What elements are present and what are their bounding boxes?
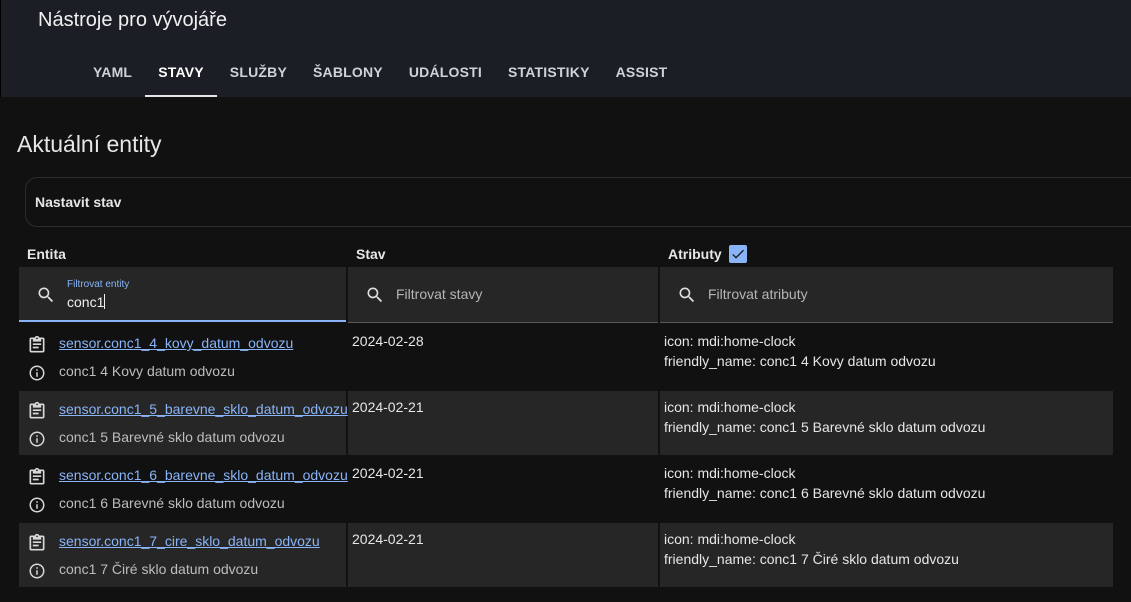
magnify-icon xyxy=(367,287,383,303)
app-title: Nástroje pro vývojáře xyxy=(38,9,227,31)
entity-filter-label: Filtrovat entity xyxy=(67,279,130,290)
clipboard-list-icon[interactable] xyxy=(27,401,47,421)
entity-id-link[interactable]: sensor.conc1_7_cire_sklo_datum_odvozu xyxy=(59,533,320,549)
tab-bar: YAML STAVY SLUŽBY ŠABLONY UDÁLOSTI STATI… xyxy=(80,47,680,97)
information-outline-icon[interactable] xyxy=(28,496,46,514)
state-value: 2024-02-21 xyxy=(352,531,424,547)
entity-cell: sensor.conc1_7_cire_sklo_datum_odvozu co… xyxy=(19,523,346,587)
entity-cell: sensor.conc1_6_barevne_sklo_datum_odvozu… xyxy=(19,457,348,521)
check-icon xyxy=(732,249,744,259)
attributes-cell: icon: mdi:home-clock friendly_name: conc… xyxy=(660,325,1113,389)
clipboard-list-icon[interactable] xyxy=(27,533,47,553)
entity-cell: sensor.conc1_4_kovy_datum_odvozu conc1 4… xyxy=(19,325,346,389)
set-state-label: Nastavit stav xyxy=(35,194,122,210)
entity-id-link[interactable]: sensor.conc1_4_kovy_datum_odvozu xyxy=(59,335,293,351)
entity-filter-value: conc1 xyxy=(67,294,106,310)
magnify-icon xyxy=(38,287,54,303)
attributes-filter-input[interactable]: Filtrovat atributy xyxy=(660,267,1113,322)
attribute-icon: icon: mdi:home-clock xyxy=(664,333,796,349)
tab-assist[interactable]: ASSIST xyxy=(603,47,681,97)
entity-friendly-name: conc1 5 Barevné sklo datum odvozu xyxy=(59,429,285,445)
entity-filter-input[interactable]: Filtrovat entity conc1 xyxy=(19,267,346,322)
top-app-bar: Nástroje pro vývojáře YAML STAVY SLUŽBY … xyxy=(0,0,1131,97)
state-filter-input[interactable]: Filtrovat stavy xyxy=(348,267,658,322)
state-cell: 2024-02-21 xyxy=(348,391,658,455)
attributes-filter-placeholder: Filtrovat atributy xyxy=(708,286,808,302)
page-title: Aktuální entity xyxy=(17,131,162,157)
entity-friendly-name: conc1 7 Čiré sklo datum odvozu xyxy=(59,561,259,577)
entity-friendly-name: conc1 6 Barevné sklo datum odvozu xyxy=(59,495,285,511)
attribute-friendly-name: friendly_name: conc1 6 Barevné sklo datu… xyxy=(664,485,986,501)
attribute-friendly-name: friendly_name: conc1 7 Čiré sklo datum o… xyxy=(664,551,959,567)
tab-statistics[interactable]: STATISTIKY xyxy=(495,47,603,97)
tab-events[interactable]: UDÁLOSTI xyxy=(396,47,495,97)
magnify-icon xyxy=(679,287,695,303)
tab-yaml[interactable]: YAML xyxy=(80,47,145,97)
entity-friendly-name: conc1 4 Kovy datum odvozu xyxy=(59,363,235,379)
state-cell: 2024-02-21 xyxy=(348,523,658,587)
table-row: sensor.conc1_6_barevne_sklo_datum_odvozu… xyxy=(19,457,1113,521)
attribute-friendly-name: friendly_name: conc1 4 Kovy datum odvozu xyxy=(664,353,936,369)
state-value: 2024-02-21 xyxy=(352,465,424,481)
information-outline-icon[interactable] xyxy=(28,562,46,580)
state-value: 2024-02-28 xyxy=(352,333,424,349)
attribute-icon: icon: mdi:home-clock xyxy=(664,465,796,481)
attribute-icon: icon: mdi:home-clock xyxy=(664,531,796,547)
entity-id-link[interactable]: sensor.conc1_5_barevne_sklo_datum_odvozu xyxy=(59,401,348,417)
attributes-cell: icon: mdi:home-clock friendly_name: conc… xyxy=(660,391,1113,455)
state-filter-placeholder: Filtrovat stavy xyxy=(396,286,483,302)
attributes-cell: icon: mdi:home-clock friendly_name: conc… xyxy=(660,523,1113,587)
table-row: sensor.conc1_4_kovy_datum_odvozu conc1 4… xyxy=(19,325,1113,389)
information-outline-icon[interactable] xyxy=(28,364,46,382)
set-state-expander[interactable]: Nastavit stav xyxy=(25,177,1131,227)
tab-services[interactable]: SLUŽBY xyxy=(217,47,300,97)
table-row: sensor.conc1_5_barevne_sklo_datum_odvozu… xyxy=(19,391,1113,455)
attribute-friendly-name: friendly_name: conc1 5 Barevné sklo datu… xyxy=(664,419,986,435)
clipboard-list-icon[interactable] xyxy=(27,467,47,487)
attributes-checkbox[interactable] xyxy=(729,245,747,263)
state-cell: 2024-02-21 xyxy=(348,457,658,521)
state-value: 2024-02-21 xyxy=(352,399,424,415)
tab-templates[interactable]: ŠABLONY xyxy=(300,47,396,97)
divider xyxy=(660,322,1113,323)
column-header-entity: Entita xyxy=(27,246,66,262)
table-row: sensor.conc1_7_cire_sklo_datum_odvozu co… xyxy=(19,523,1113,587)
divider xyxy=(348,322,658,323)
entity-cell: sensor.conc1_5_barevne_sklo_datum_odvozu… xyxy=(19,391,348,455)
column-header-attributes: Atributy xyxy=(668,246,722,262)
attribute-icon: icon: mdi:home-clock xyxy=(664,399,796,415)
information-outline-icon[interactable] xyxy=(28,430,46,448)
state-cell: 2024-02-28 xyxy=(348,325,658,389)
entity-id-link[interactable]: sensor.conc1_6_barevne_sklo_datum_odvozu xyxy=(59,467,348,483)
clipboard-list-icon[interactable] xyxy=(27,335,47,355)
column-header-state: Stav xyxy=(356,246,386,262)
tab-states[interactable]: STAVY xyxy=(145,47,217,97)
attributes-cell: icon: mdi:home-clock friendly_name: conc… xyxy=(660,457,1113,521)
